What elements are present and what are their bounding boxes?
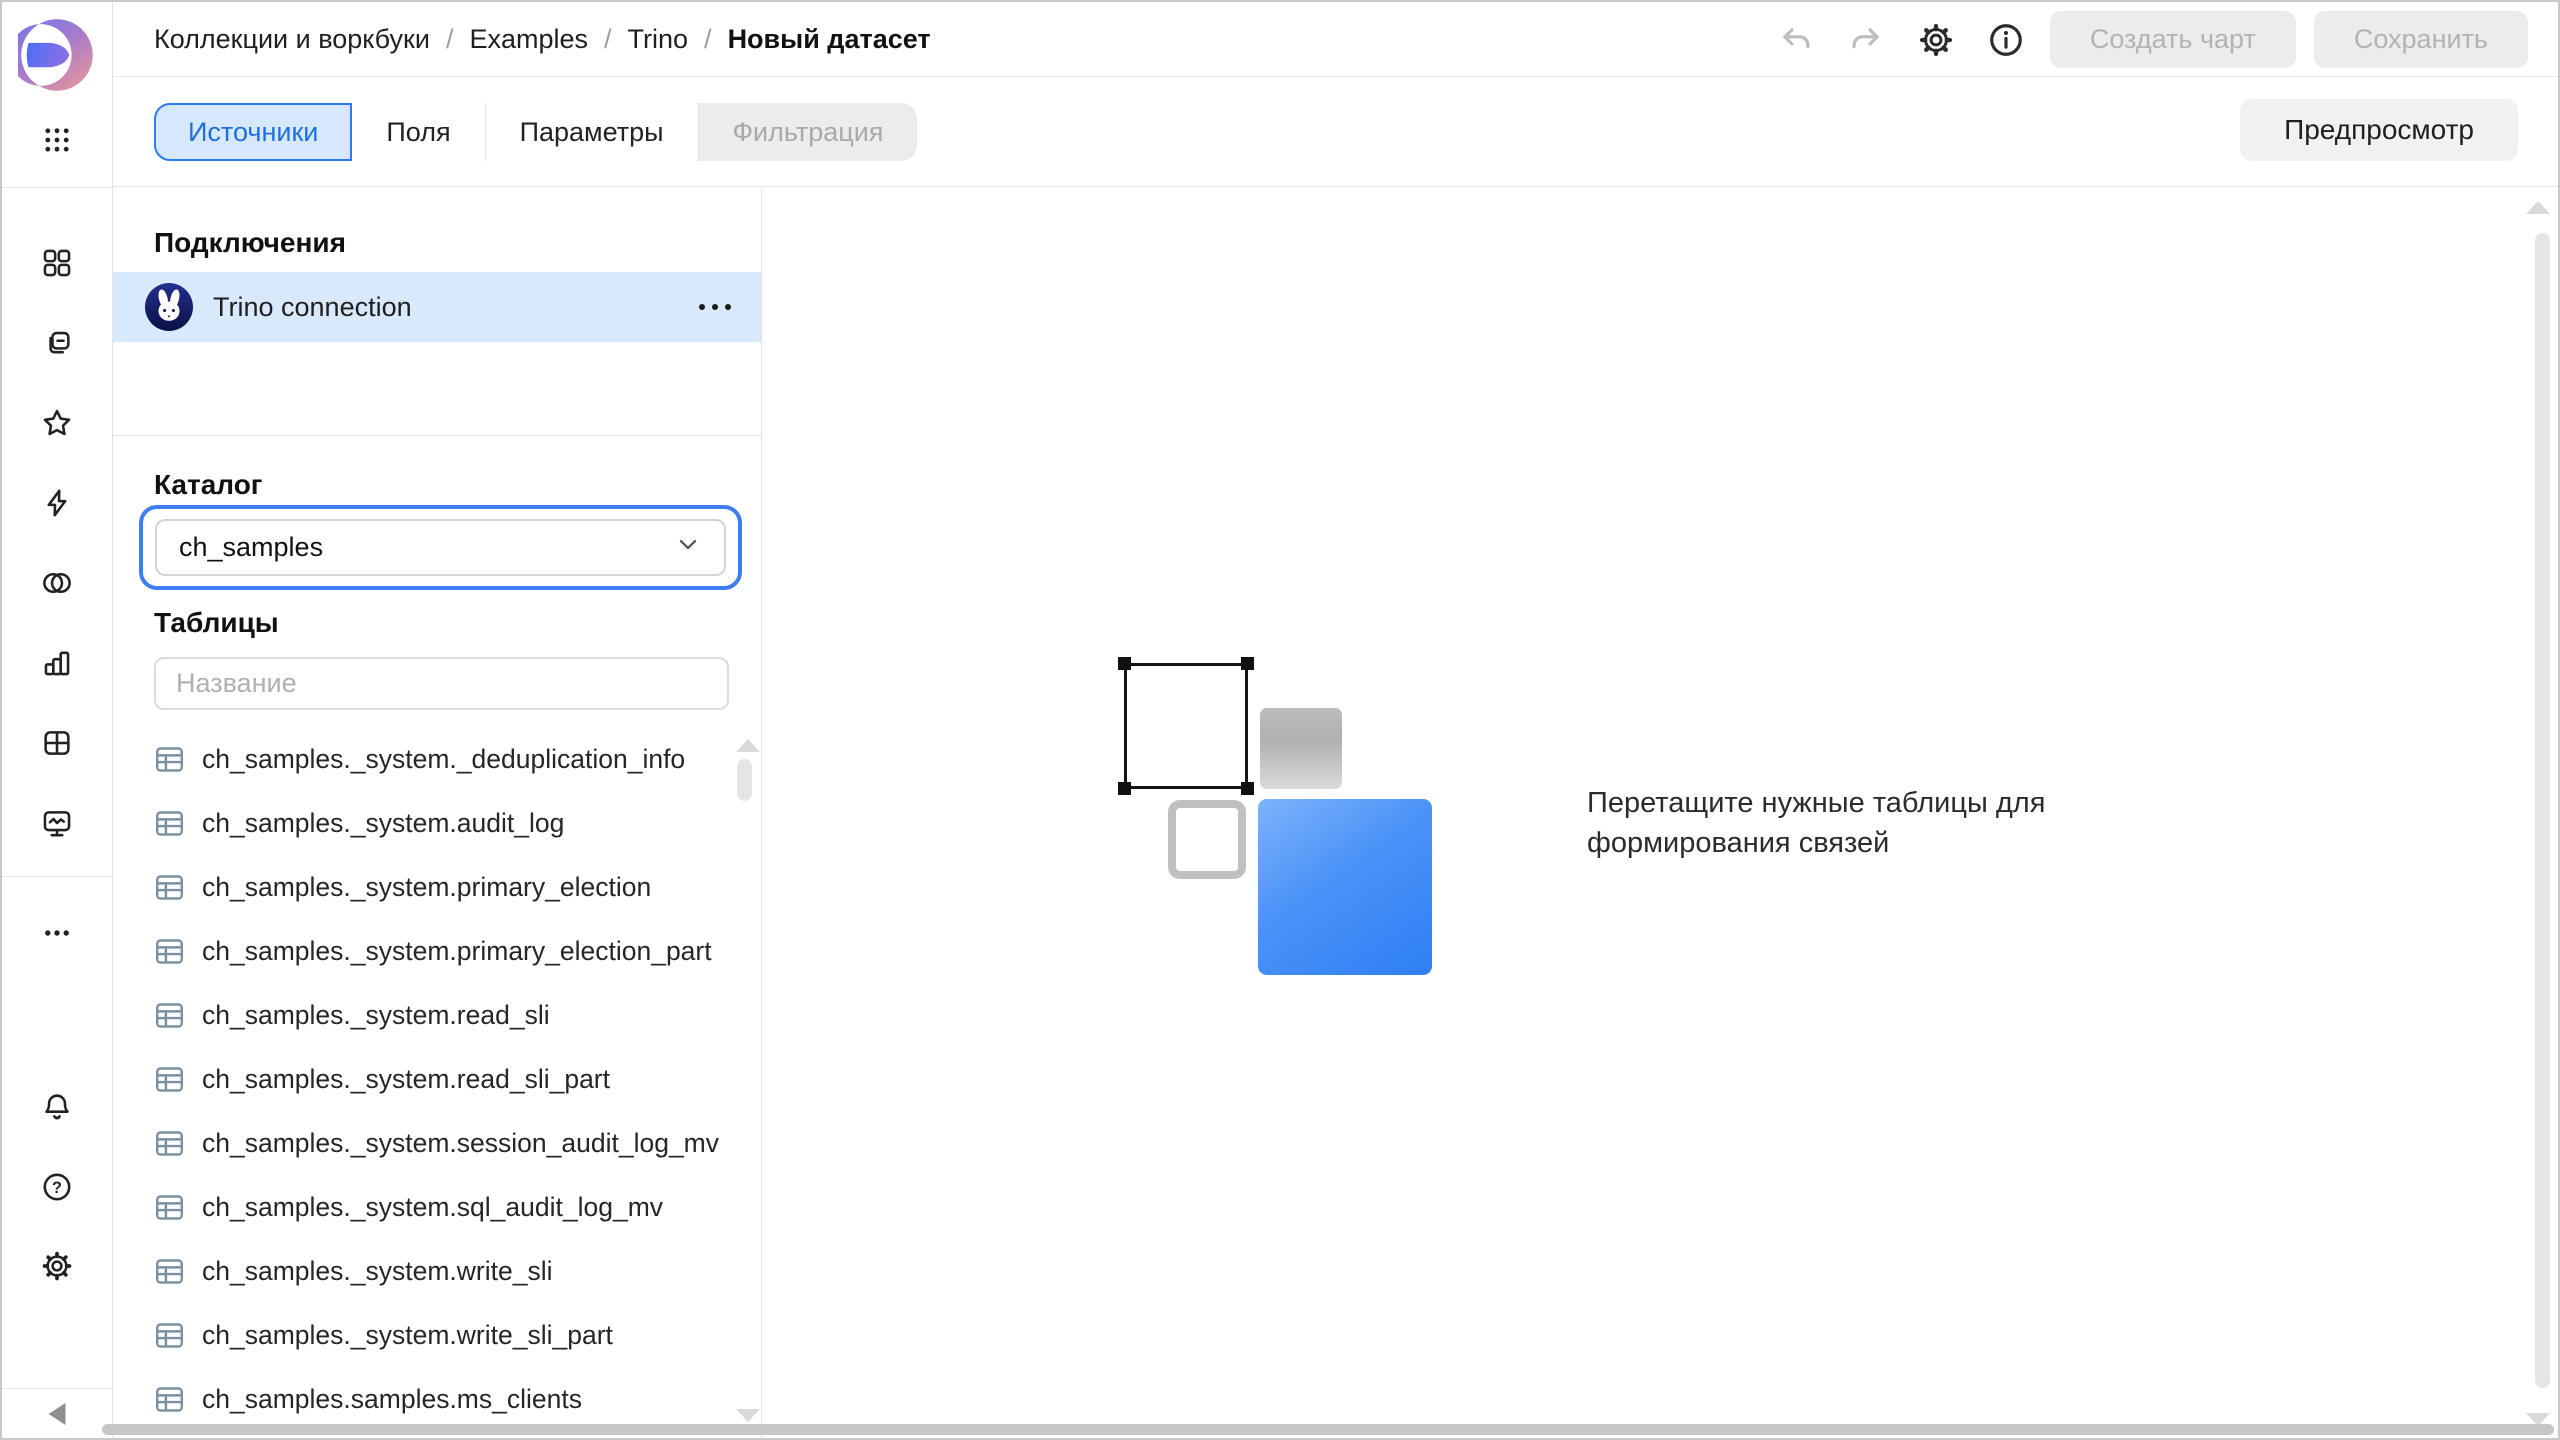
table-row[interactable]: ch_samples._system.primary_election (113, 855, 761, 919)
horizontal-scrollbar-thumb[interactable] (102, 1424, 2554, 1435)
charts-bar-icon[interactable] (39, 645, 75, 681)
redo-icon[interactable] (1840, 14, 1892, 66)
workbooks-icon[interactable] (39, 325, 75, 361)
table-icon (154, 1064, 185, 1095)
catalog-select-value: ch_samples (179, 532, 674, 563)
catalog-select-focus-ring: ch_samples (139, 505, 742, 590)
table-icon (154, 744, 185, 775)
relations-canvas[interactable]: Перетащите нужные таблицы для формирован… (762, 187, 2558, 1438)
dataset-settings-gear-icon[interactable] (1910, 14, 1962, 66)
tables-grid-icon[interactable] (39, 725, 75, 761)
drag-tables-hint: Перетащите нужные таблицы для формирован… (1587, 783, 2217, 863)
connection-menu-button[interactable] (695, 294, 735, 320)
table-row[interactable]: ch_samples._system.read_sli (113, 983, 761, 1047)
breadcrumb-separator: / (604, 24, 612, 55)
collections-icon[interactable] (39, 245, 75, 281)
tables-label: Таблицы (154, 607, 279, 639)
breadcrumb-separator: / (704, 24, 712, 55)
table-icon (154, 1128, 185, 1159)
table-icon (154, 1256, 185, 1287)
canvas-scrollbar-thumb[interactable] (2535, 233, 2550, 1388)
panel-scroll-up-icon[interactable] (736, 739, 760, 752)
svg-text:?: ? (52, 1179, 62, 1197)
dashboards-monitor-icon[interactable] (39, 805, 75, 841)
table-row[interactable]: ch_samples._system.read_sli_part (113, 1047, 761, 1111)
help-icon[interactable]: ? (39, 1169, 75, 1205)
blue-square-illustration (1258, 799, 1432, 975)
sources-panel: Подключения (113, 187, 762, 1438)
chevron-down-icon (674, 530, 702, 565)
breadcrumb-trino[interactable]: Trino (628, 24, 689, 55)
table-row[interactable]: ch_samples.samples.ms_clients (113, 1367, 761, 1424)
nav-rail: ? (2, 2, 113, 1438)
canvas-scroll-up-icon[interactable] (2526, 201, 2550, 214)
header: Коллекции и воркбуки / Examples / Trino … (113, 2, 2558, 77)
panel-scroll-down-icon[interactable] (736, 1409, 760, 1422)
apps-grid-icon[interactable] (39, 122, 75, 158)
trino-logo-icon (145, 283, 193, 331)
table-search-input[interactable] (154, 657, 729, 710)
tabs-row: Источники Поля Параметры Фильтрация Пред… (113, 77, 2558, 187)
tab-filtering: Фильтрация (699, 103, 918, 161)
catalog-label: Каталог (154, 469, 262, 501)
datalens-logo[interactable] (18, 16, 96, 94)
breadcrumb-collections[interactable]: Коллекции и воркбуки (154, 24, 430, 55)
create-chart-button[interactable]: Создать чарт (2050, 11, 2296, 68)
datasets-circles-icon[interactable] (39, 565, 75, 601)
breadcrumb-separator: / (446, 24, 454, 55)
dataset-tabs: Источники Поля Параметры Фильтрация (154, 103, 917, 161)
preview-button[interactable]: Предпросмотр (2240, 99, 2518, 161)
quick-actions-lightning-icon[interactable] (39, 485, 75, 521)
tab-parameters[interactable]: Параметры (486, 103, 699, 161)
save-button[interactable]: Сохранить (2314, 11, 2528, 68)
more-ellipsis-icon[interactable] (39, 915, 75, 951)
collapse-panel-icon[interactable] (49, 1403, 66, 1425)
connection-row-trino[interactable]: Trino connection (113, 272, 761, 342)
table-row[interactable]: ch_samples._system.primary_election_part (113, 919, 761, 983)
table-row[interactable]: ch_samples._system._deduplication_info (113, 727, 761, 791)
rail-divider (2, 876, 112, 877)
connections-title: Подключения (154, 227, 346, 259)
tables-list: ch_samples._system._deduplication_info c… (113, 727, 761, 1424)
table-icon (154, 936, 185, 967)
breadcrumb: Коллекции и воркбуки / Examples / Trino … (154, 2, 931, 77)
rail-divider (2, 187, 112, 188)
table-icon (154, 1384, 185, 1415)
table-icon (154, 808, 185, 839)
table-row[interactable]: ch_samples._system.session_audit_log_mv (113, 1111, 761, 1175)
app-window: ? Коллекции и воркбуки / Examples (0, 0, 2560, 1440)
tab-fields[interactable]: Поля (352, 103, 485, 161)
header-actions: Создать чарт Сохранить (1770, 2, 2528, 77)
undo-icon[interactable] (1770, 14, 1822, 66)
notifications-bell-icon[interactable] (39, 1089, 75, 1125)
table-icon (154, 1000, 185, 1031)
table-icon (154, 1192, 185, 1223)
panel-divider (113, 435, 761, 436)
outline-square-illustration (1168, 800, 1246, 879)
info-icon[interactable] (1980, 14, 2032, 66)
breadcrumb-current-dataset: Новый датасет (728, 24, 931, 55)
catalog-select[interactable]: ch_samples (155, 519, 726, 576)
table-icon (154, 872, 185, 903)
table-row[interactable]: ch_samples._system.sql_audit_log_mv (113, 1175, 761, 1239)
gray-square-illustration (1260, 708, 1342, 789)
panel-scrollbar-thumb[interactable] (737, 759, 752, 801)
table-icon (154, 1320, 185, 1351)
rail-footer (2, 1388, 112, 1438)
tab-sources[interactable]: Источники (154, 103, 352, 161)
table-row[interactable]: ch_samples._system.write_sli (113, 1239, 761, 1303)
connection-name: Trino connection (213, 292, 412, 323)
table-row[interactable]: ch_samples._system.write_sli_part (113, 1303, 761, 1367)
breadcrumb-examples[interactable]: Examples (469, 24, 588, 55)
favorites-star-icon[interactable] (39, 405, 75, 441)
settings-gear-icon[interactable] (39, 1248, 75, 1284)
table-row[interactable]: ch_samples._system.audit_log (113, 791, 761, 855)
selection-marquee-illustration (1124, 663, 1248, 789)
